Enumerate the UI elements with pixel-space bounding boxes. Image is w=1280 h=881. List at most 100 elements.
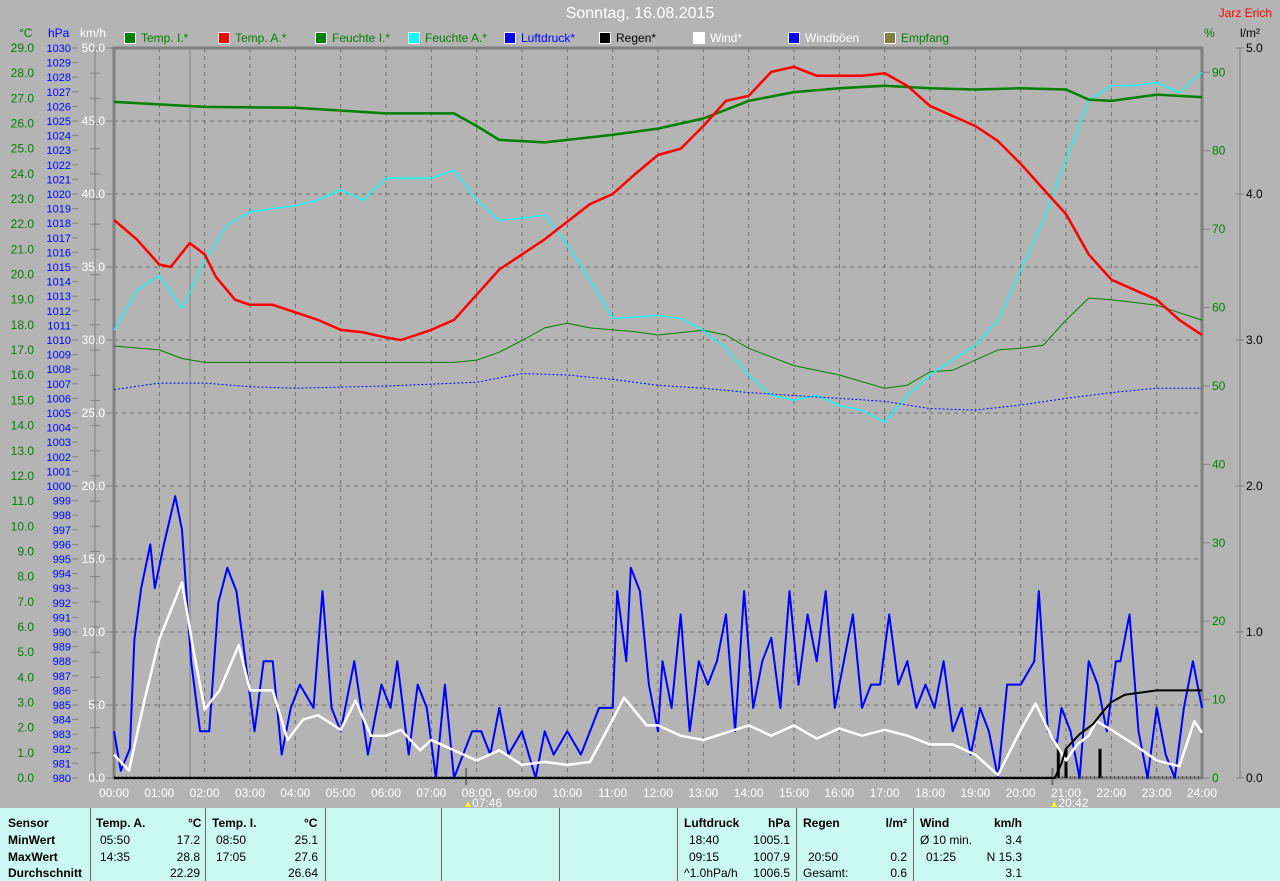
pressure-tick-label: 981 [53, 758, 71, 770]
temp-tick-label: 14.0 [11, 419, 35, 433]
wind-avg: 3.1 [1005, 866, 1022, 880]
statistics-table: Sensor MinWert MaxWert Durchschnitt Temp… [0, 808, 1280, 881]
x-tick-label: 04:00 [280, 786, 310, 800]
pressure-tick-label: 1016 [47, 247, 71, 259]
pressure-tick-label: 986 [53, 685, 71, 697]
humidity-tick-label: 60 [1212, 301, 1226, 315]
temp-tick-label: 26.0 [11, 117, 35, 131]
pressure-tick-label: 1013 [47, 291, 71, 303]
pressure-tick-label: 1019 [47, 204, 71, 216]
pressure-tick-label: 994 [53, 569, 71, 581]
x-tick-label: 12:00 [643, 786, 673, 800]
pressure-tick-label: 1018 [47, 218, 71, 230]
pressure-tick-label: 987 [53, 671, 71, 683]
temp-a-min-time: 05:50 [100, 833, 131, 847]
pressure-tick-label: 1012 [47, 306, 71, 318]
temp-i-avg: 26.64 [287, 866, 318, 880]
temp-i-min: 25.1 [294, 833, 318, 847]
x-tick-label: 14:00 [734, 786, 764, 800]
humidity-tick-label: 50 [1212, 379, 1226, 393]
temp-tick-label: 3.0 [17, 695, 34, 709]
pressure-tick-label: 1027 [47, 87, 71, 99]
x-tick-label: 24:00 [1187, 786, 1217, 800]
pressure-tick-label: 980 [53, 773, 71, 785]
x-tick-label: 09:00 [507, 786, 537, 800]
pressure-tick-label: 990 [53, 627, 71, 639]
pressure-tick-label: 1020 [47, 189, 71, 201]
pressure-tick-label: 1024 [47, 131, 71, 143]
temp-tick-label: 11.0 [12, 494, 35, 508]
pressure-tick-label: 1004 [47, 423, 71, 435]
temp-a-max-time: 14:35 [100, 850, 131, 864]
temp-tick-label: 18.0 [11, 318, 35, 332]
wind-tick-label: 10.0 [82, 625, 106, 639]
humidity-tick-label: 10 [1212, 693, 1226, 707]
pressure-tick-label: 1002 [47, 452, 71, 464]
wind-tick-label: 40.0 [82, 187, 106, 201]
pressure-tick-label: 982 [53, 744, 71, 756]
row-label-avg: Durchschnitt [8, 866, 83, 880]
pressure-tick-label: 985 [53, 700, 71, 712]
x-tick-label: 13:00 [688, 786, 718, 800]
x-tick-label: 01:00 [144, 786, 174, 800]
pressure-tick-label: 1026 [47, 101, 71, 113]
temp-a-unit: °C [188, 816, 202, 830]
temp-tick-label: 6.0 [17, 620, 34, 634]
humidity-tick-label: 90 [1212, 65, 1226, 79]
pressure-tick-label: 1023 [47, 145, 71, 157]
x-tick-label: 05:00 [326, 786, 356, 800]
temp-tick-label: 1.0 [17, 746, 34, 760]
pressure-tick-label: 999 [53, 496, 71, 508]
x-tick-label: 23:00 [1142, 786, 1172, 800]
pressure-tick-label: 989 [53, 642, 71, 654]
humidity-tick-label: 40 [1212, 457, 1226, 471]
x-tick-label: 10:00 [552, 786, 582, 800]
pressure-max-time: 09:15 [689, 850, 720, 864]
pressure-tick-label: 1022 [47, 160, 71, 172]
x-tick-label: 15:00 [779, 786, 809, 800]
wind-tick-label: 20.0 [82, 479, 106, 493]
pressure-tick-label: 1015 [47, 262, 71, 274]
humidity-tick-label: 20 [1212, 614, 1226, 628]
sunset-label: 20:42 [1058, 796, 1088, 808]
rain-total-label: Gesamt: [803, 866, 849, 880]
pressure-tick-label: 1028 [47, 72, 71, 84]
temp-tick-label: 15.0 [11, 393, 35, 407]
wind-max: N 15.3 [986, 850, 1022, 864]
pressure-tick-label: 1005 [47, 408, 71, 420]
pressure-tick-label: 1009 [47, 350, 71, 362]
temp-a-max: 28.8 [176, 850, 200, 864]
pressure-tick-label: 1000 [47, 481, 71, 493]
pressure-min: 1005.1 [753, 833, 790, 847]
sensor-header: Sensor [8, 816, 49, 830]
temp-a-header: Temp. A. [96, 816, 146, 830]
wind-max-time: 01:25 [926, 850, 957, 864]
x-tick-label: 16:00 [824, 786, 854, 800]
temp-tick-label: 24.0 [11, 167, 35, 181]
temp-tick-label: 22.0 [11, 217, 35, 231]
pressure-tick-label: 1030 [47, 43, 71, 55]
rain-tick-label: 5.0 [1246, 41, 1263, 55]
rain-tick-label: 4.0 [1246, 187, 1263, 201]
pressure-tick-label: 992 [53, 598, 71, 610]
pressure-tick-label: 1007 [47, 379, 71, 391]
temp-tick-label: 4.0 [17, 670, 34, 684]
weather-chart: 0.0 1.0 2.0 3.0 4.0 5.0 6.0 7.0 8.0 9.0 10.0 11.0 12… [11, 41, 1263, 808]
pressure-trend: ^1.0hPa/h [684, 866, 738, 880]
temp-tick-label: 10.0 [11, 519, 35, 533]
pressure-tick-label: 1017 [47, 233, 71, 245]
rain-tick-label: 1.0 [1246, 625, 1263, 639]
humidity-tick-label: 0 [1212, 771, 1219, 785]
pressure-tick-label: 988 [53, 656, 71, 668]
pressure-tick-label: 993 [53, 583, 71, 595]
pressure-tick-label: 1010 [47, 335, 71, 347]
rain-max: 0.2 [890, 850, 907, 864]
pressure-tick-label: 1003 [47, 437, 71, 449]
wind-unit-cell: km/h [993, 816, 1022, 830]
temp-a-avg: 22.29 [169, 866, 200, 880]
wind-header: Wind [920, 816, 950, 830]
pressure-tick-label: 1021 [47, 174, 71, 186]
temp-tick-label: 2.0 [17, 721, 34, 735]
temp-i-max: 27.6 [294, 850, 318, 864]
temp-i-unit: °C [304, 816, 318, 830]
